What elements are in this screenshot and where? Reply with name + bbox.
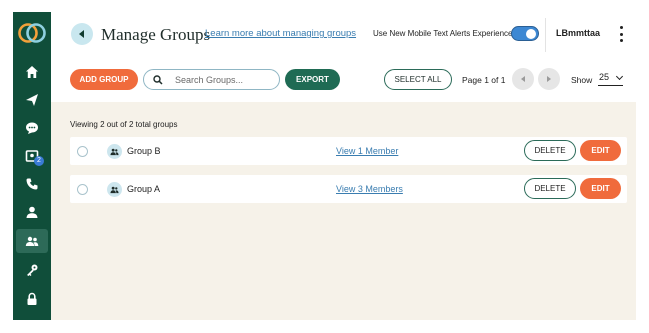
edit-button[interactable]: EDIT [580, 178, 621, 199]
groups-icon [25, 236, 39, 246]
chevron-left-icon [521, 76, 525, 82]
back-arrow-icon [79, 30, 84, 38]
sidebar-item-chat[interactable] [16, 116, 48, 140]
page-info: Page 1 of 1 [462, 75, 506, 85]
search-placeholder: Search Groups... [175, 75, 244, 85]
group-name: Group B [127, 146, 161, 156]
edit-button[interactable]: EDIT [580, 140, 621, 161]
notification-badge: 2 [34, 156, 44, 166]
experience-toggle-label: Use New Mobile Text Alerts Experience [373, 29, 513, 38]
previous-page-button[interactable] [512, 68, 534, 90]
group-select-radio[interactable] [77, 184, 88, 195]
page-size-select[interactable]: 25 [598, 71, 624, 86]
back-button[interactable] [71, 23, 93, 45]
group-row: Group B View 1 Member DELETE EDIT [70, 137, 627, 165]
home-icon [26, 66, 38, 78]
sidebar-item-lock[interactable] [16, 287, 48, 311]
group-icon [107, 182, 122, 197]
user-name[interactable]: LBmmttaa [556, 28, 600, 38]
show-label: Show [571, 75, 593, 85]
search-input[interactable]: Search Groups... [143, 69, 280, 90]
group-row: Group A View 3 Members DELETE EDIT [70, 175, 627, 203]
send-icon [26, 94, 38, 106]
search-icon [153, 75, 163, 85]
select-all-button[interactable]: SELECT ALL [384, 69, 452, 90]
next-page-button[interactable] [538, 68, 560, 90]
export-button[interactable]: EXPORT [285, 69, 340, 90]
group-icon [107, 144, 122, 159]
sidebar: 2 [13, 12, 51, 320]
phone-icon [26, 178, 38, 190]
delete-button[interactable]: DELETE [524, 140, 576, 161]
group-select-radio[interactable] [77, 146, 88, 157]
page-size-value: 25 [599, 72, 610, 82]
sidebar-item-groups[interactable] [16, 229, 48, 253]
sidebar-item-inbox[interactable]: 2 [16, 144, 48, 168]
groups-toolbar: ADD GROUP Search Groups... EXPORT SELECT… [51, 58, 636, 102]
add-group-button[interactable]: ADD GROUP [70, 69, 138, 90]
chevron-right-icon [547, 76, 551, 82]
groups-list: Viewing 2 out of 2 total groups Group B … [51, 102, 636, 320]
sidebar-item-contact[interactable] [16, 200, 48, 224]
group-name: Group A [127, 184, 161, 194]
header-divider [545, 18, 546, 52]
lock-icon [27, 292, 37, 305]
experience-toggle[interactable] [511, 26, 539, 41]
sidebar-item-keys[interactable] [16, 258, 48, 282]
toggle-knob [526, 29, 536, 39]
brand-logo [18, 23, 46, 43]
sidebar-item-send[interactable] [16, 88, 48, 112]
sidebar-item-home[interactable] [16, 60, 48, 84]
view-members-link[interactable]: View 3 Members [336, 184, 403, 194]
contact-icon [26, 206, 38, 218]
key-icon [27, 264, 38, 276]
chat-icon [26, 122, 38, 134]
learn-more-link[interactable]: Learn more about managing groups [205, 28, 356, 39]
page-header: Manage Groups Learn more about managing … [51, 12, 636, 58]
chevron-down-icon [615, 72, 624, 81]
page-title: Manage Groups [101, 25, 211, 44]
viewing-count: Viewing 2 out of 2 total groups [70, 120, 178, 129]
view-members-link[interactable]: View 1 Member [336, 146, 398, 156]
delete-button[interactable]: DELETE [524, 178, 576, 199]
more-options-icon[interactable] [617, 26, 625, 42]
app-frame: 2 Manage Groups Learn more about managin… [13, 12, 636, 320]
sidebar-item-phone[interactable] [16, 172, 48, 196]
